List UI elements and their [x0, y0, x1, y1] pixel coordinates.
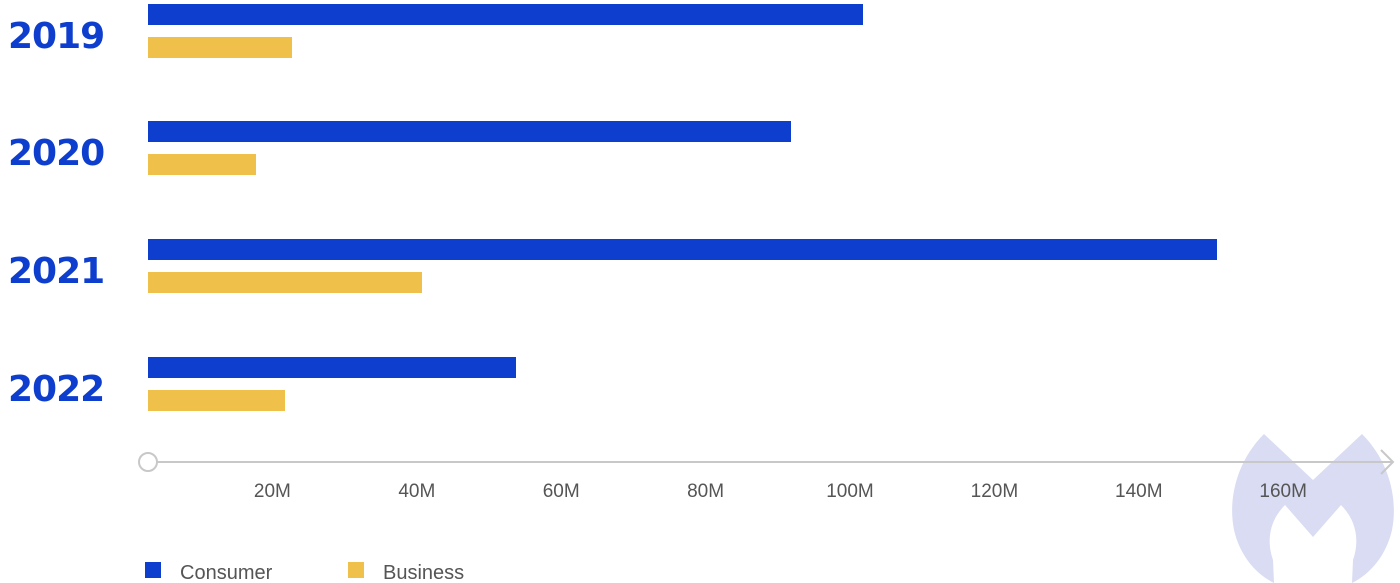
- x-tick-label: 80M: [687, 481, 724, 502]
- bar-chart: 2019 2020 2021 2022 20M 40M 60M 80M 100M 120M 140…: [8, 4, 1395, 583]
- bar-business-2022: [148, 390, 285, 411]
- x-tick-label: 160M: [1259, 481, 1307, 502]
- legend-swatch: [145, 562, 161, 578]
- x-tick-label: 100M: [826, 481, 874, 502]
- year-label-2020: 2020: [8, 133, 104, 174]
- x-tick-label: 140M: [1115, 481, 1163, 502]
- x-tick-label: 60M: [543, 481, 580, 502]
- legend-label: Business: [383, 562, 464, 583]
- legend-swatch: [348, 562, 364, 578]
- bar-business-2021: [148, 272, 422, 293]
- year-label-2021: 2021: [8, 251, 104, 292]
- x-tick-label: 120M: [971, 481, 1019, 502]
- legend-item-business: Business: [348, 562, 464, 583]
- bar-consumer-2020: [148, 121, 791, 142]
- bar-business-2020: [148, 154, 256, 175]
- legend-item-consumer: Consumer: [145, 562, 273, 583]
- year-label-2019: 2019: [8, 16, 104, 57]
- malwarebytes-logo-watermark: [1232, 434, 1394, 583]
- legend-label: Consumer: [180, 562, 273, 583]
- bar-consumer-2022: [148, 357, 516, 378]
- malwarebytes-logo-icon: [1232, 434, 1394, 583]
- bar-consumer-2019: [148, 4, 863, 25]
- x-tick-label: 40M: [398, 481, 435, 502]
- bar-consumer-2021: [148, 239, 1217, 260]
- year-label-2022: 2022: [8, 369, 104, 410]
- x-axis: [138, 449, 1395, 475]
- bar-business-2019: [148, 37, 292, 58]
- x-tick-label: 20M: [254, 481, 291, 502]
- axis-origin-circle: [138, 452, 158, 472]
